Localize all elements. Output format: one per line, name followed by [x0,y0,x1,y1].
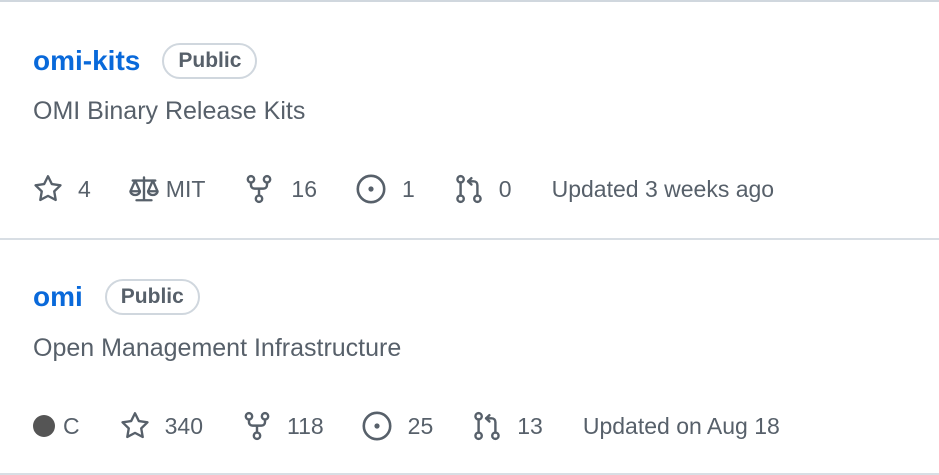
pull-request-count: 13 [517,412,543,439]
fork-count: 16 [291,175,317,202]
repo-list-item: omi-kits Public OMI Binary Release Kits … [0,2,939,240]
repo-description: Open Management Infrastructure [33,334,402,362]
issue-opened-icon [361,410,393,442]
issue-count: 1 [402,175,415,202]
repository-list: omi-kits Public OMI Binary Release Kits … [0,0,939,475]
star-icon [33,174,63,204]
fork-count: 118 [287,412,324,439]
repo-forked-icon [245,174,273,204]
star-count: 340 [164,412,203,439]
stargazers-link[interactable]: 4 [33,174,91,204]
repo-description: OMI Binary Release Kits [33,97,306,125]
issue-opened-icon [355,173,387,205]
repo-name-link[interactable]: omi-kits [33,41,140,81]
repo-forked-icon [243,411,271,441]
visibility-badge: Public [104,279,200,315]
forks-link[interactable]: 16 [245,174,317,204]
repo-title-row: omi-kits Public [33,41,258,81]
stargazers-link[interactable]: 340 [120,411,203,441]
updated-time: Updated on Aug 18 [582,412,780,439]
pull-request-count: 0 [498,175,512,202]
repo-meta-row: C 340 118 25 13 Updated on Aug 18 [33,409,780,443]
pull-requests-link[interactable]: 13 [473,411,543,441]
git-pull-request-icon [455,174,483,204]
license-name: MIT [165,175,206,202]
star-icon [120,411,150,441]
law-icon [128,174,160,204]
issue-count: 25 [407,412,434,439]
language-name: C [63,412,80,439]
issues-link[interactable]: 25 [361,410,434,442]
issues-link[interactable]: 1 [355,173,415,205]
updated-time: Updated 3 weeks ago [551,175,775,202]
forks-link[interactable]: 118 [243,411,324,441]
git-pull-request-icon [473,411,501,441]
repo-name-link[interactable]: omi [33,277,83,317]
repo-title-row: omi Public [33,277,200,317]
repo-list-item: omi Public Open Management Infrastructur… [0,240,939,475]
license-link[interactable]: MIT [128,174,206,204]
pull-requests-link[interactable]: 0 [455,174,512,204]
language-color-dot [33,415,55,437]
star-count: 4 [78,175,91,202]
language-indicator: C [33,413,80,440]
repo-meta-row: 4 MIT 16 1 0 Updated 3 weeks ago [33,172,774,206]
visibility-badge: Public [162,43,258,79]
